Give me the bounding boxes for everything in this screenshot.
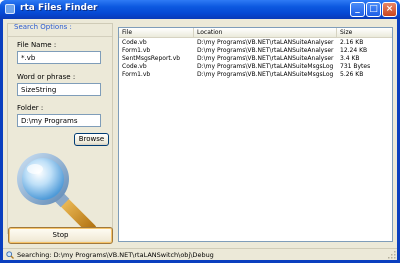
app-window: rta Files Finder _ □ × Search Options : … bbox=[0, 0, 400, 263]
size-cell: 5.26 KB bbox=[340, 71, 364, 78]
size-cell: 731 Bytes bbox=[340, 63, 371, 70]
close-icon: × bbox=[385, 4, 394, 14]
app-icon bbox=[5, 4, 15, 14]
location-cell: D:\my Programs\VB.NET\rtaLANSuiteMsgsLog bbox=[197, 63, 334, 70]
file-cell: SentMsgsReport.vb bbox=[122, 55, 181, 62]
group-divider bbox=[8, 36, 112, 37]
maximize-icon: □ bbox=[369, 4, 378, 14]
close-button[interactable]: × bbox=[382, 2, 397, 17]
column-header-file[interactable]: File bbox=[119, 28, 194, 38]
word-phrase-input[interactable]: SizeString bbox=[17, 83, 101, 96]
list-item[interactable]: Form1.vb D:\my Programs\VB.NET\rtaLANSui… bbox=[119, 71, 392, 79]
column-header-location[interactable]: Location bbox=[194, 28, 337, 38]
search-options-panel: Search Options : File Name : *.vb Word o… bbox=[7, 23, 113, 237]
title-bar[interactable]: rta Files Finder _ □ × bbox=[0, 0, 400, 19]
folder-input[interactable]: D:\my Programs bbox=[17, 114, 101, 127]
location-cell: D:\my Programs\VB.NET\rtaLANSuiteMsgsLog bbox=[197, 71, 334, 78]
list-item[interactable]: Form1.vb D:\my Programs\VB.NET\rtaLANSui… bbox=[119, 47, 392, 55]
resize-grip-icon[interactable] bbox=[387, 250, 396, 259]
file-cell: Form1.vb bbox=[122, 71, 151, 78]
size-cell: 2.16 KB bbox=[340, 39, 364, 46]
maximize-button[interactable]: □ bbox=[366, 2, 381, 17]
file-name-label: File Name : bbox=[17, 41, 57, 49]
size-cell: 12.24 KB bbox=[340, 47, 368, 54]
status-text: Searching: D:\my Programs\VB.NET\rtaLANS… bbox=[17, 251, 214, 259]
size-cell: 3.4 KB bbox=[340, 55, 360, 62]
browse-button[interactable]: Browse bbox=[74, 133, 109, 146]
search-options-title: Search Options : bbox=[14, 23, 72, 31]
search-status-icon bbox=[6, 251, 14, 259]
word-phrase-label: Word or phrase : bbox=[17, 73, 76, 81]
location-cell: D:\my Programs\VB.NET\rtaLANSuiteAnalyse… bbox=[197, 55, 334, 62]
window-title: rta Files Finder bbox=[20, 3, 98, 13]
file-cell: Code.vb bbox=[122, 39, 147, 46]
list-item[interactable]: Code.vb D:\my Programs\VB.NET\rtaLANSuit… bbox=[119, 39, 392, 47]
client-area: Search Options : File Name : *.vb Word o… bbox=[3, 19, 397, 260]
status-bar: Searching: D:\my Programs\VB.NET\rtaLANS… bbox=[3, 248, 397, 260]
minimize-icon: _ bbox=[355, 4, 360, 14]
file-cell: Code.vb bbox=[122, 63, 147, 70]
folder-label: Folder : bbox=[17, 104, 44, 112]
column-header-size[interactable]: Size bbox=[337, 28, 392, 38]
results-list[interactable]: File Location Size Code.vb D:\my Program… bbox=[118, 27, 393, 242]
stop-button[interactable]: Stop bbox=[8, 227, 113, 244]
location-cell: D:\my Programs\VB.NET\rtaLANSuiteAnalyse… bbox=[197, 47, 334, 54]
list-item[interactable]: Code.vb D:\my Programs\VB.NET\rtaLANSuit… bbox=[119, 63, 392, 71]
list-item[interactable]: SentMsgsReport.vb D:\my Programs\VB.NET\… bbox=[119, 55, 392, 63]
results-header: File Location Size bbox=[119, 28, 392, 38]
file-name-input[interactable]: *.vb bbox=[17, 51, 101, 64]
magnifier-icon bbox=[17, 153, 97, 237]
file-cell: Form1.vb bbox=[122, 47, 151, 54]
minimize-button[interactable]: _ bbox=[350, 2, 365, 17]
location-cell: D:\my Programs\VB.NET\rtaLANSuiteAnalyse… bbox=[197, 39, 334, 46]
